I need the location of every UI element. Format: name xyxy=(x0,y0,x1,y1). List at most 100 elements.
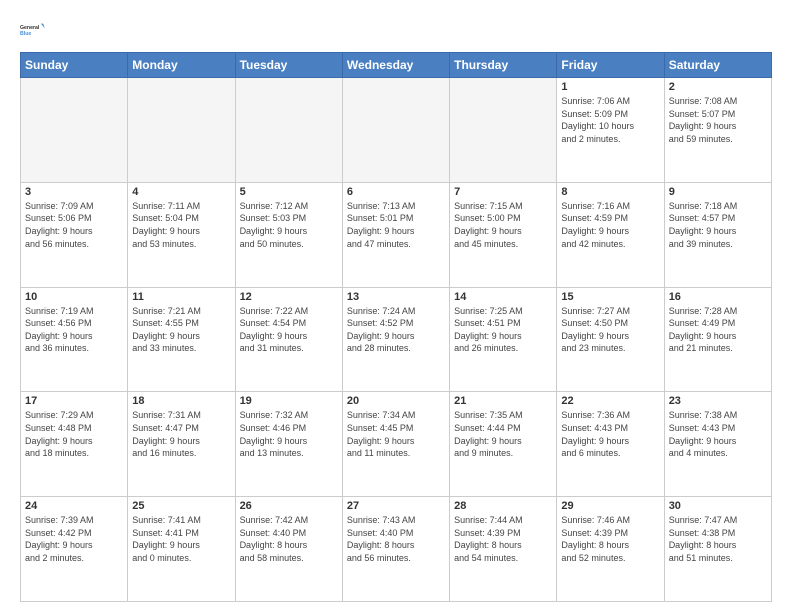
day-number: 20 xyxy=(347,395,445,407)
day-number: 22 xyxy=(561,395,659,407)
calendar-table: SundayMondayTuesdayWednesdayThursdayFrid… xyxy=(20,52,772,602)
weekday-header: Sunday xyxy=(21,53,128,78)
day-info: Sunrise: 7:06 AM Sunset: 5:09 PM Dayligh… xyxy=(561,95,659,145)
calendar-cell: 15 Sunrise: 7:27 AM Sunset: 4:50 PM Dayli… xyxy=(557,287,664,392)
day-number: 1 xyxy=(561,81,659,93)
day-info: Sunrise: 7:19 AM Sunset: 4:56 PM Dayligh… xyxy=(25,305,123,355)
day-number: 30 xyxy=(669,500,767,512)
day-info: Sunrise: 7:09 AM Sunset: 5:06 PM Dayligh… xyxy=(25,200,123,250)
weekday-header: Saturday xyxy=(664,53,771,78)
calendar-cell: 25 Sunrise: 7:41 AM Sunset: 4:41 PM Dayli… xyxy=(128,497,235,602)
day-number: 28 xyxy=(454,500,552,512)
calendar-cell: 27Sunrise: 7:43 AM Sunset: 4:40 PM Dayli… xyxy=(342,497,449,602)
calendar-cell: 19 Sunrise: 7:32 AM Sunset: 4:46 PM Dayli… xyxy=(235,392,342,497)
day-info: Sunrise: 7:13 AM Sunset: 5:01 PM Dayligh… xyxy=(347,200,445,250)
calendar-week-row: 10 Sunrise: 7:19 AM Sunset: 4:56 PM Dayli… xyxy=(21,287,772,392)
day-info: Sunrise: 7:24 AM Sunset: 4:52 PM Dayligh… xyxy=(347,305,445,355)
day-number: 15 xyxy=(561,291,659,303)
day-number: 4 xyxy=(132,186,230,198)
day-number: 14 xyxy=(454,291,552,303)
calendar-cell: 12 Sunrise: 7:22 AM Sunset: 4:54 PM Dayli… xyxy=(235,287,342,392)
day-info: Sunrise: 7:39 AM Sunset: 4:42 PM Dayligh… xyxy=(25,514,123,564)
day-info: Sunrise: 7:44 AM Sunset: 4:39 PM Dayligh… xyxy=(454,514,552,564)
logo: GeneralBlue xyxy=(20,16,48,44)
svg-text:General: General xyxy=(20,25,40,31)
calendar-cell: 22 Sunrise: 7:36 AM Sunset: 4:43 PM Dayli… xyxy=(557,392,664,497)
day-info: Sunrise: 7:35 AM Sunset: 4:44 PM Dayligh… xyxy=(454,409,552,459)
day-info: Sunrise: 7:28 AM Sunset: 4:49 PM Dayligh… xyxy=(669,305,767,355)
day-number: 26 xyxy=(240,500,338,512)
day-number: 17 xyxy=(25,395,123,407)
calendar-cell: 28 Sunrise: 7:44 AM Sunset: 4:39 PM Dayli… xyxy=(450,497,557,602)
day-info: Sunrise: 7:31 AM Sunset: 4:47 PM Dayligh… xyxy=(132,409,230,459)
day-number: 25 xyxy=(132,500,230,512)
day-info: Sunrise: 7:22 AM Sunset: 4:54 PM Dayligh… xyxy=(240,305,338,355)
day-number: 24 xyxy=(25,500,123,512)
day-number: 16 xyxy=(669,291,767,303)
calendar-cell: 20 Sunrise: 7:34 AM Sunset: 4:45 PM Dayli… xyxy=(342,392,449,497)
calendar-cell: 16 Sunrise: 7:28 AM Sunset: 4:49 PM Dayli… xyxy=(664,287,771,392)
day-info: Sunrise: 7:11 AM Sunset: 5:04 PM Dayligh… xyxy=(132,200,230,250)
page: GeneralBlue SundayMondayTuesdayWednesday… xyxy=(0,0,792,612)
calendar-cell xyxy=(450,78,557,183)
day-number: 29 xyxy=(561,500,659,512)
calendar-week-row: 24 Sunrise: 7:39 AM Sunset: 4:42 PM Dayli… xyxy=(21,497,772,602)
calendar-cell: 7Sunrise: 7:15 AM Sunset: 5:00 PM Daylig… xyxy=(450,182,557,287)
day-info: Sunrise: 7:18 AM Sunset: 4:57 PM Dayligh… xyxy=(669,200,767,250)
calendar-cell: 4 Sunrise: 7:11 AM Sunset: 5:04 PM Daylig… xyxy=(128,182,235,287)
calendar-cell: 24 Sunrise: 7:39 AM Sunset: 4:42 PM Dayli… xyxy=(21,497,128,602)
day-number: 23 xyxy=(669,395,767,407)
calendar-cell: 8 Sunrise: 7:16 AM Sunset: 4:59 PM Daylig… xyxy=(557,182,664,287)
weekday-header: Friday xyxy=(557,53,664,78)
calendar-cell: 29 Sunrise: 7:46 AM Sunset: 4:39 PM Dayli… xyxy=(557,497,664,602)
day-number: 5 xyxy=(240,186,338,198)
day-info: Sunrise: 7:43 AM Sunset: 4:40 PM Dayligh… xyxy=(347,514,445,564)
day-number: 2 xyxy=(669,81,767,93)
calendar-cell: 21 Sunrise: 7:35 AM Sunset: 4:44 PM Dayli… xyxy=(450,392,557,497)
calendar-cell: 9 Sunrise: 7:18 AM Sunset: 4:57 PM Daylig… xyxy=(664,182,771,287)
weekday-header: Tuesday xyxy=(235,53,342,78)
day-number: 19 xyxy=(240,395,338,407)
calendar-cell xyxy=(128,78,235,183)
svg-text:Blue: Blue xyxy=(20,31,31,37)
day-info: Sunrise: 7:46 AM Sunset: 4:39 PM Dayligh… xyxy=(561,514,659,564)
header: GeneralBlue xyxy=(20,16,772,44)
day-info: Sunrise: 7:38 AM Sunset: 4:43 PM Dayligh… xyxy=(669,409,767,459)
day-number: 9 xyxy=(669,186,767,198)
calendar-cell: 10 Sunrise: 7:19 AM Sunset: 4:56 PM Dayli… xyxy=(21,287,128,392)
day-info: Sunrise: 7:42 AM Sunset: 4:40 PM Dayligh… xyxy=(240,514,338,564)
day-info: Sunrise: 7:27 AM Sunset: 4:50 PM Dayligh… xyxy=(561,305,659,355)
day-info: Sunrise: 7:32 AM Sunset: 4:46 PM Dayligh… xyxy=(240,409,338,459)
calendar-cell xyxy=(342,78,449,183)
day-number: 21 xyxy=(454,395,552,407)
day-number: 11 xyxy=(132,291,230,303)
calendar-cell: 13Sunrise: 7:24 AM Sunset: 4:52 PM Dayli… xyxy=(342,287,449,392)
day-info: Sunrise: 7:34 AM Sunset: 4:45 PM Dayligh… xyxy=(347,409,445,459)
calendar-cell: 23 Sunrise: 7:38 AM Sunset: 4:43 PM Dayli… xyxy=(664,392,771,497)
day-number: 8 xyxy=(561,186,659,198)
logo-icon: GeneralBlue xyxy=(20,16,48,44)
calendar-cell: 3Sunrise: 7:09 AM Sunset: 5:06 PM Daylig… xyxy=(21,182,128,287)
day-number: 12 xyxy=(240,291,338,303)
day-info: Sunrise: 7:16 AM Sunset: 4:59 PM Dayligh… xyxy=(561,200,659,250)
day-info: Sunrise: 7:21 AM Sunset: 4:55 PM Dayligh… xyxy=(132,305,230,355)
calendar-cell: 5 Sunrise: 7:12 AM Sunset: 5:03 PM Daylig… xyxy=(235,182,342,287)
calendar-cell: 6Sunrise: 7:13 AM Sunset: 5:01 PM Daylig… xyxy=(342,182,449,287)
calendar-cell: 11 Sunrise: 7:21 AM Sunset: 4:55 PM Dayli… xyxy=(128,287,235,392)
calendar-cell: 26 Sunrise: 7:42 AM Sunset: 4:40 PM Dayli… xyxy=(235,497,342,602)
calendar-cell: 2Sunrise: 7:08 AM Sunset: 5:07 PM Daylig… xyxy=(664,78,771,183)
day-number: 10 xyxy=(25,291,123,303)
calendar-header-row: SundayMondayTuesdayWednesdayThursdayFrid… xyxy=(21,53,772,78)
day-info: Sunrise: 7:36 AM Sunset: 4:43 PM Dayligh… xyxy=(561,409,659,459)
day-info: Sunrise: 7:25 AM Sunset: 4:51 PM Dayligh… xyxy=(454,305,552,355)
day-number: 7 xyxy=(454,186,552,198)
day-info: Sunrise: 7:12 AM Sunset: 5:03 PM Dayligh… xyxy=(240,200,338,250)
day-info: Sunrise: 7:41 AM Sunset: 4:41 PM Dayligh… xyxy=(132,514,230,564)
calendar-cell: 30 Sunrise: 7:47 AM Sunset: 4:38 PM Dayli… xyxy=(664,497,771,602)
weekday-header: Thursday xyxy=(450,53,557,78)
day-info: Sunrise: 7:47 AM Sunset: 4:38 PM Dayligh… xyxy=(669,514,767,564)
calendar-cell xyxy=(21,78,128,183)
calendar-cell: 17 Sunrise: 7:29 AM Sunset: 4:48 PM Dayli… xyxy=(21,392,128,497)
day-info: Sunrise: 7:29 AM Sunset: 4:48 PM Dayligh… xyxy=(25,409,123,459)
calendar-cell: 14 Sunrise: 7:25 AM Sunset: 4:51 PM Dayli… xyxy=(450,287,557,392)
